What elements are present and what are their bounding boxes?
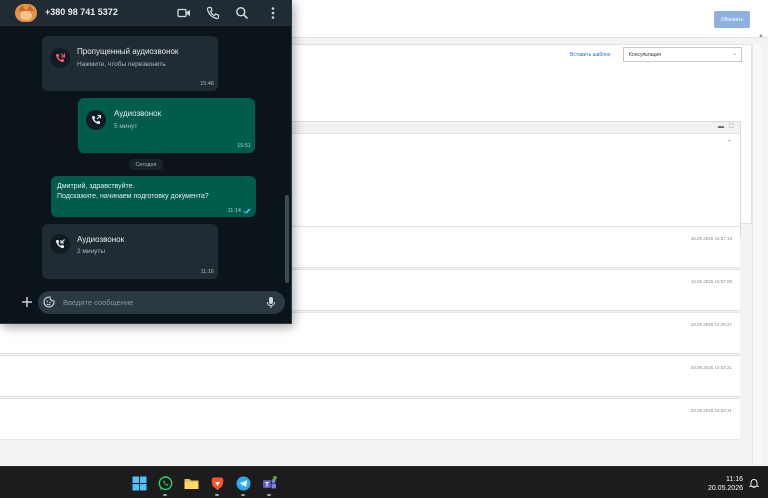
- outgoing-call-message[interactable]: Аудиозвонок 5 минут 15:51: [78, 98, 255, 153]
- insert-template-link[interactable]: Вставить шаблон: [570, 52, 611, 58]
- double-check-icon: [243, 208, 251, 214]
- list-item[interactable]: 20.08.2025 10:52:31: [0, 398, 740, 440]
- telegram-icon[interactable]: [236, 476, 251, 491]
- update-button[interactable]: Обновить: [714, 11, 750, 28]
- clock-time: 11:16: [726, 476, 743, 483]
- call-title: Аудиозвонок: [77, 235, 125, 244]
- file-explorer-icon[interactable]: [184, 476, 199, 491]
- row-date: 18.05.2026 14:39:27: [690, 322, 732, 327]
- list-item[interactable]: 20.08.2025 10:54:21: [0, 355, 740, 397]
- active-app-indicator: [163, 494, 167, 496]
- collapse-caret-icon[interactable]: ⌃: [727, 139, 732, 146]
- row-date: 20.08.2025 10:54:21: [690, 365, 732, 370]
- message-line: Подскажите, начинаем подготовку документ…: [57, 193, 209, 200]
- system-clock[interactable]: 11:16 20.05.2026: [708, 475, 743, 493]
- missed-call-icon: [50, 48, 70, 68]
- message-time: 15:46: [200, 81, 214, 87]
- brave-browser-icon[interactable]: [210, 476, 225, 491]
- active-app-indicator: [241, 494, 245, 496]
- sticker-emoji-icon[interactable]: [43, 296, 55, 308]
- template-select-value: Консультация: [629, 52, 661, 58]
- call-subtitle: 5 минут: [114, 123, 138, 130]
- missed-call-message[interactable]: Пропущенный аудиозвонок Нажмите, чтобы п…: [42, 36, 218, 91]
- message-time: 11:14: [227, 208, 241, 214]
- chevron-down-icon: ⌄: [732, 51, 737, 57]
- chat-scrollbar[interactable]: [285, 195, 289, 283]
- call-subtitle: 2 минуты: [77, 248, 106, 255]
- message-line: Дмитрий, здравствуйте.: [57, 183, 135, 190]
- search-icon[interactable]: [235, 6, 249, 20]
- message-time: 11:16: [200, 269, 214, 275]
- whatsapp-chat-window: +380 98 741 5372 Пропущенный аудиозвонок…: [0, 0, 292, 324]
- incoming-call-icon: [50, 234, 70, 254]
- template-select[interactable]: Консультация ⌄: [623, 47, 742, 62]
- incoming-call-message[interactable]: Аудиозвонок 2 минуты 11:16: [42, 224, 218, 279]
- video-call-icon[interactable]: [177, 6, 191, 20]
- windows-taskbar: T 11:16 20.05.2026: [0, 466, 768, 498]
- windows-start-icon[interactable]: [132, 476, 147, 491]
- avatar[interactable]: [15, 4, 37, 22]
- keyboard-icon[interactable]: ▬: [718, 124, 724, 131]
- more-options-icon[interactable]: [266, 6, 280, 20]
- clock-date: 20.05.2026: [707, 485, 743, 492]
- teams-icon[interactable]: T: [262, 476, 277, 491]
- attach-plus-icon[interactable]: [20, 295, 34, 309]
- row-date: 20.08.2025 10:52:31: [690, 408, 732, 413]
- call-subtitle: Нажмите, чтобы перезвонить: [77, 61, 166, 68]
- call-title: Пропущенный аудиозвонок: [77, 47, 179, 56]
- fullscreen-icon[interactable]: ⛶: [729, 124, 733, 131]
- outgoing-call-icon: [86, 110, 106, 130]
- call-title: Аудиозвонок: [114, 109, 162, 118]
- row-date: 18.05.2026 15:57:08: [690, 279, 732, 284]
- chat-header: +380 98 741 5372: [0, 0, 291, 26]
- microphone-icon[interactable]: [265, 296, 277, 309]
- message-input-placeholder: Введите сообщение: [63, 298, 134, 307]
- notification-bell-icon[interactable]: [749, 478, 759, 488]
- contact-phone[interactable]: +380 98 741 5372: [45, 7, 118, 17]
- active-app-indicator: [267, 494, 271, 496]
- message-time: 15:51: [237, 143, 251, 149]
- active-app-indicator: [215, 494, 219, 496]
- phone-call-icon[interactable]: [206, 6, 220, 20]
- outgoing-text-message[interactable]: Дмитрий, здравствуйте. Подскажите, начин…: [51, 176, 256, 217]
- scroll-up-arrow-icon[interactable]: ▲: [758, 33, 764, 39]
- whatsapp-icon[interactable]: [158, 476, 173, 491]
- date-divider: Сегодня: [129, 159, 163, 170]
- row-date: 18.05.2026 15:57:18: [690, 236, 732, 241]
- page-scrollbar[interactable]: [752, 44, 762, 464]
